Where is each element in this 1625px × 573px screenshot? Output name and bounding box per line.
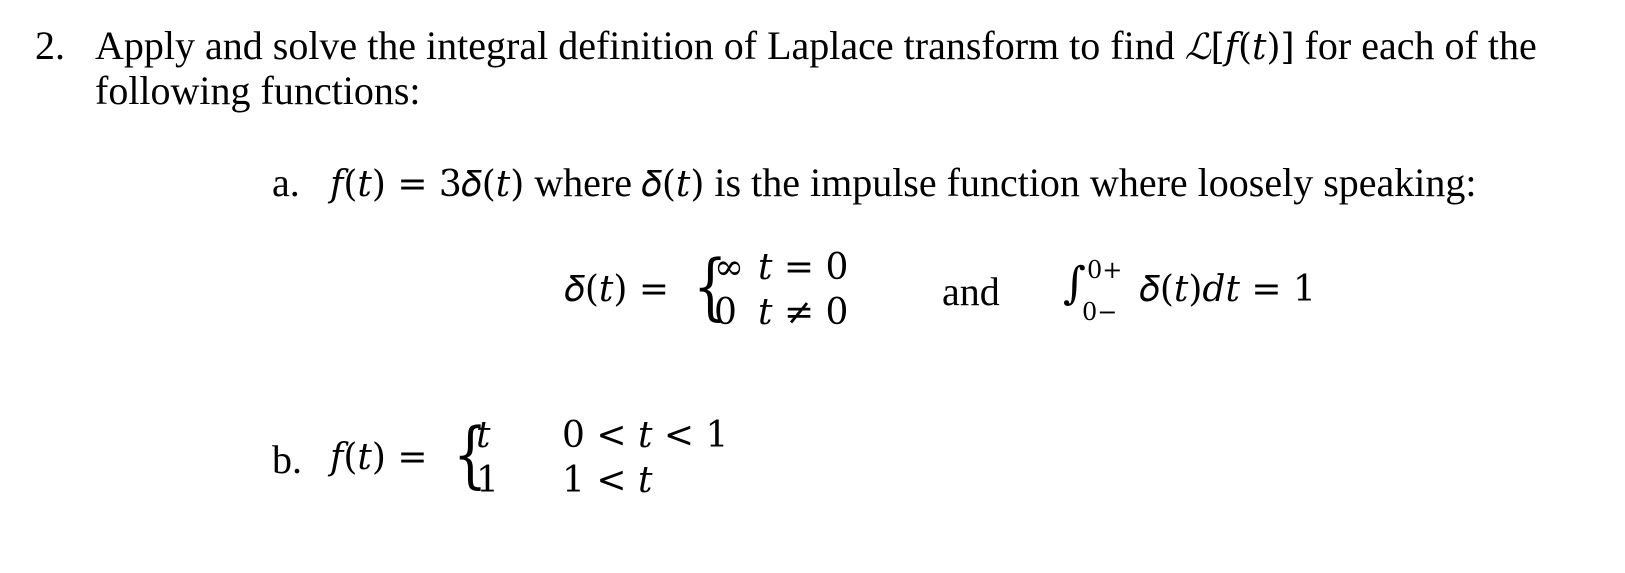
item-a-function: 𝑓(𝑡) = 3𝛿(𝑡) [330,164,525,205]
item-b-row-2-value: 1 [476,460,499,501]
laplace-symbol: ℒ [1184,27,1211,68]
question-line-1: Apply and solve the integral definition … [95,26,1537,66]
delta-piecewise-lhs: 𝛿(𝑡) = [565,269,670,310]
item-b-function: 𝑓(𝑡) = [330,437,428,478]
integral-lower-limit: 0− [1082,298,1118,326]
item-b-label: b. [272,437,302,482]
question-line-2: following functions: [95,68,421,113]
delta-row-2-value: 0 [714,292,737,333]
item-a-text-where: where [534,160,632,205]
item-b-row-2-condition: 1 < 𝑡 [562,460,653,501]
integral-integrand: 𝛿(𝑡)𝑑𝑡 = 1 [1140,269,1316,310]
item-a-text-description: is the impulse function where loosely sp… [714,160,1477,205]
integral-upper-limit: 0+ [1087,256,1123,284]
item-b-row-1-value: 𝑡 [476,415,491,456]
item-b-row-1-condition: 0 < 𝑡 < 1 [562,415,729,456]
question-text: Apply and solve the integral definition … [95,23,1175,68]
laplace-argument: [𝑓(𝑡)] [1210,27,1295,68]
question-number: 2. [35,23,65,68]
delta-row-2-condition: 𝑡 ≠ 0 [758,292,849,333]
delta-row-1-value: ∞ [714,247,744,288]
question-text-tail: for each of the [1304,23,1537,68]
connector-and: and [942,269,1000,314]
item-a-statement: 𝑓(𝑡) = 3𝛿(𝑡) where 𝛿(𝑡) is the impulse f… [330,163,1477,203]
item-a-delta: 𝛿(𝑡) [641,164,705,205]
delta-row-1-condition: 𝑡 = 0 [758,247,849,288]
item-a-label: a. [272,160,300,205]
